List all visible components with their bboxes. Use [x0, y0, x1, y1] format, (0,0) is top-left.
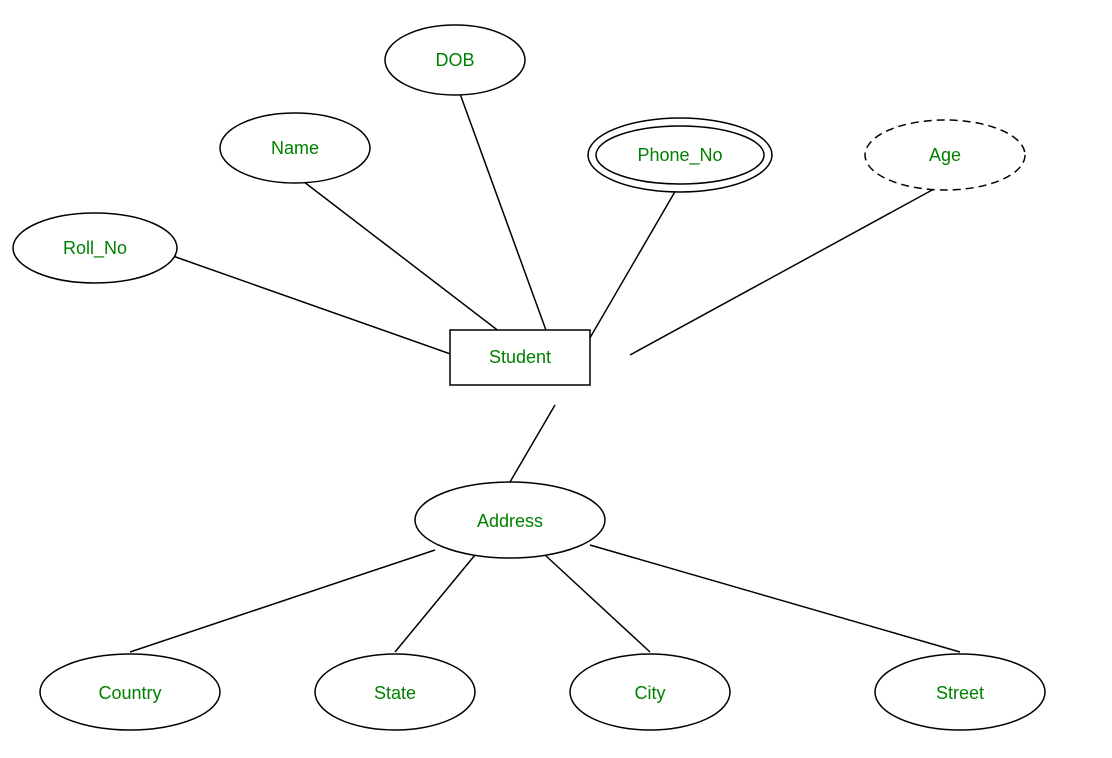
line-address-city — [545, 555, 650, 652]
er-diagram: Student DOB Name Phone_No Age Roll_No Ad… — [0, 0, 1112, 753]
entity-student-label: Student — [489, 347, 551, 367]
entity-address-label: Address — [477, 511, 543, 531]
line-address-state — [395, 555, 475, 652]
line-student-age — [630, 183, 945, 355]
entity-rollno-label: Roll_No — [63, 238, 127, 259]
entity-name-label: Name — [271, 138, 319, 158]
entity-country-label: Country — [98, 683, 161, 703]
entity-state-label: State — [374, 683, 416, 703]
entity-age-label: Age — [929, 145, 961, 165]
line-student-phone — [580, 183, 680, 355]
entity-street-label: Street — [936, 683, 984, 703]
entity-city-label: City — [635, 683, 666, 703]
line-address-country — [130, 550, 435, 652]
line-student-dob — [455, 80, 555, 355]
entity-dob-label: DOB — [435, 50, 474, 70]
line-address-street — [590, 545, 960, 652]
entity-phone-label: Phone_No — [637, 145, 722, 166]
line-student-name — [295, 175, 530, 355]
line-student-address — [510, 405, 555, 482]
